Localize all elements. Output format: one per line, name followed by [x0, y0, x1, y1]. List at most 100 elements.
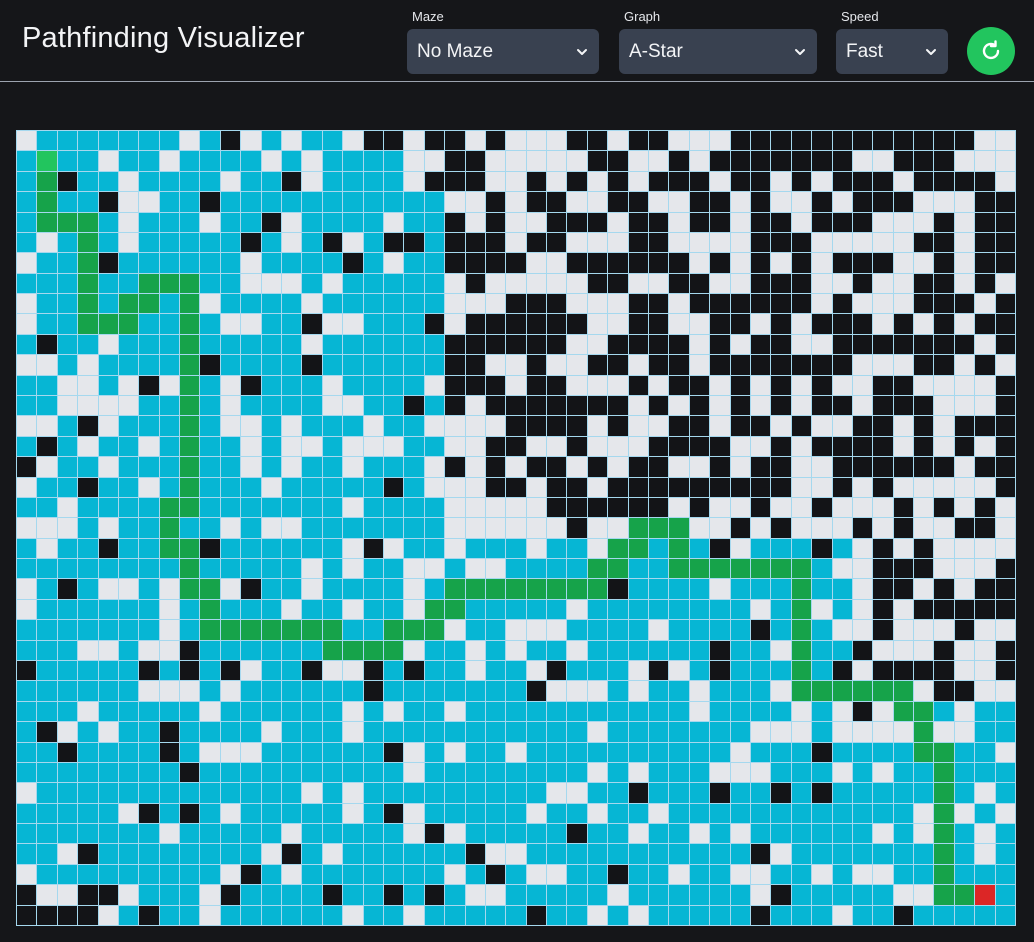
visited-cell[interactable]: [322, 559, 343, 579]
wall-cell[interactable]: [710, 660, 730, 681]
wall-cell[interactable]: [547, 395, 567, 416]
wall-cell[interactable]: [485, 232, 506, 253]
grid-cell[interactable]: [771, 640, 791, 660]
wall-cell[interactable]: [893, 375, 914, 395]
visited-cell[interactable]: [893, 864, 914, 885]
visited-cell[interactable]: [649, 579, 669, 599]
grid-cell[interactable]: [526, 151, 547, 171]
visited-cell[interactable]: [832, 824, 852, 844]
visited-cell[interactable]: [404, 497, 424, 518]
visited-cell[interactable]: [567, 742, 587, 762]
wall-cell[interactable]: [649, 314, 669, 334]
path-cell[interactable]: [649, 518, 669, 538]
visited-cell[interactable]: [424, 783, 445, 803]
visited-cell[interactable]: [628, 864, 649, 885]
visited-cell[interactable]: [791, 885, 812, 905]
grid-cell[interactable]: [404, 599, 424, 620]
grid-cell[interactable]: [526, 518, 547, 538]
wall-cell[interactable]: [465, 334, 485, 355]
visited-cell[interactable]: [159, 171, 180, 192]
grid-cell[interactable]: [465, 294, 485, 314]
grid-cell[interactable]: [445, 273, 465, 294]
visited-cell[interactable]: [363, 599, 383, 620]
path-cell[interactable]: [934, 844, 954, 864]
grid-cell[interactable]: [547, 436, 567, 457]
wall-cell[interactable]: [914, 457, 934, 477]
wall-cell[interactable]: [954, 599, 975, 620]
visited-cell[interactable]: [241, 497, 261, 518]
visited-cell[interactable]: [322, 518, 343, 538]
visited-cell[interactable]: [302, 701, 322, 722]
visited-cell[interactable]: [404, 253, 424, 273]
grid-cell[interactable]: [832, 416, 852, 436]
wall-cell[interactable]: [404, 660, 424, 681]
grid-cell[interactable]: [241, 660, 261, 681]
visited-cell[interactable]: [363, 212, 383, 232]
path-cell[interactable]: [791, 681, 812, 701]
visited-cell[interactable]: [750, 824, 771, 844]
grid-cell[interactable]: [241, 436, 261, 457]
path-cell[interactable]: [180, 477, 200, 497]
visited-cell[interactable]: [485, 824, 506, 844]
visited-cell[interactable]: [98, 497, 118, 518]
grid-cell[interactable]: [485, 518, 506, 538]
visited-cell[interactable]: [282, 722, 302, 742]
visited-cell[interactable]: [220, 905, 241, 925]
path-cell[interactable]: [282, 620, 302, 640]
visited-cell[interactable]: [526, 742, 547, 762]
wall-cell[interactable]: [750, 232, 771, 253]
visited-cell[interactable]: [954, 905, 975, 925]
visited-cell[interactable]: [57, 620, 78, 640]
wall-cell[interactable]: [852, 457, 873, 477]
visited-cell[interactable]: [750, 640, 771, 660]
grid-cell[interactable]: [730, 864, 750, 885]
visited-cell[interactable]: [180, 885, 200, 905]
path-cell[interactable]: [78, 314, 98, 334]
visited-cell[interactable]: [424, 334, 445, 355]
grid-cell[interactable]: [78, 395, 98, 416]
wall-cell[interactable]: [934, 273, 954, 294]
wall-cell[interactable]: [506, 395, 526, 416]
wall-cell[interactable]: [995, 395, 1015, 416]
wall-cell[interactable]: [893, 518, 914, 538]
visited-cell[interactable]: [730, 681, 750, 701]
grid-cell[interactable]: [445, 620, 465, 640]
wall-cell[interactable]: [893, 497, 914, 518]
visited-cell[interactable]: [363, 355, 383, 375]
grid-cell[interactable]: [159, 640, 180, 660]
visited-cell[interactable]: [649, 885, 669, 905]
grid-cell[interactable]: [628, 151, 649, 171]
visited-cell[interactable]: [200, 660, 220, 681]
visited-cell[interactable]: [832, 803, 852, 824]
visited-cell[interactable]: [282, 355, 302, 375]
visited-cell[interactable]: [37, 294, 57, 314]
visited-cell[interactable]: [343, 477, 363, 497]
grid-cell[interactable]: [506, 640, 526, 660]
visited-cell[interactable]: [241, 477, 261, 497]
visited-cell[interactable]: [893, 762, 914, 783]
visited-cell[interactable]: [995, 844, 1015, 864]
visited-cell[interactable]: [485, 803, 506, 824]
visited-cell[interactable]: [975, 742, 995, 762]
wall-cell[interactable]: [934, 171, 954, 192]
wall-cell[interactable]: [649, 355, 669, 375]
grid-cell[interactable]: [17, 253, 37, 273]
wall-cell[interactable]: [873, 559, 893, 579]
wall-cell[interactable]: [424, 824, 445, 844]
visited-cell[interactable]: [547, 824, 567, 844]
wall-cell[interactable]: [730, 151, 750, 171]
visited-cell[interactable]: [465, 783, 485, 803]
grid-cell[interactable]: [587, 436, 608, 457]
grid-cell[interactable]: [995, 355, 1015, 375]
path-cell[interactable]: [791, 640, 812, 660]
visited-cell[interactable]: [57, 273, 78, 294]
grid-cell[interactable]: [954, 395, 975, 416]
visited-cell[interactable]: [17, 824, 37, 844]
visited-cell[interactable]: [118, 334, 139, 355]
wall-cell[interactable]: [812, 783, 832, 803]
grid-cell[interactable]: [750, 375, 771, 395]
grid-cell[interactable]: [180, 681, 200, 701]
visited-cell[interactable]: [261, 375, 282, 395]
grid-cell[interactable]: [750, 518, 771, 538]
visited-cell[interactable]: [200, 824, 220, 844]
